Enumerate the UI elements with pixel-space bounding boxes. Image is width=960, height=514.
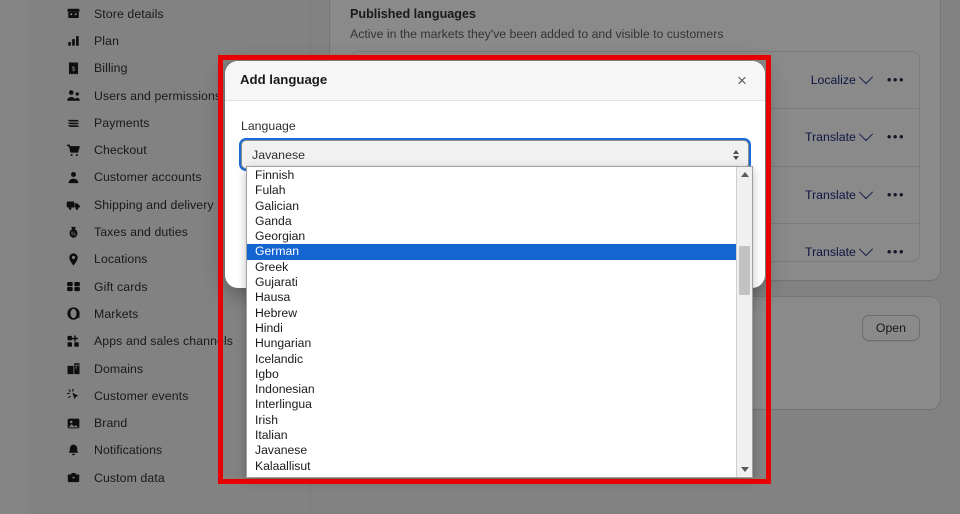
- language-dropdown-list[interactable]: Finnish Fulah Galician Ganda Georgian German G…: [246, 166, 753, 478]
- dropdown-option[interactable]: Kalaallisut: [247, 459, 736, 474]
- dropdown-option[interactable]: Italian: [247, 428, 736, 443]
- dropdown-option[interactable]: Ganda: [247, 214, 736, 229]
- dropdown-option[interactable]: Hebrew: [247, 306, 736, 321]
- dropdown-option[interactable]: Hungarian: [247, 336, 736, 351]
- dropdown-option[interactable]: Greek: [247, 260, 736, 275]
- close-icon[interactable]: ×: [729, 67, 755, 93]
- dropdown-option[interactable]: Galician: [247, 199, 736, 214]
- language-select[interactable]: Javanese: [241, 140, 749, 169]
- language-field-label: Language: [241, 119, 296, 133]
- dropdown-option[interactable]: Javanese: [247, 443, 736, 458]
- scroll-up-icon[interactable]: [737, 167, 752, 182]
- dropdown-option[interactable]: Georgian: [247, 229, 736, 244]
- language-select-value: Javanese: [252, 147, 306, 162]
- dropdown-option[interactable]: Gujarati: [247, 275, 736, 290]
- modal-title: Add language: [240, 72, 328, 87]
- dropdown-option[interactable]: Hausa: [247, 290, 736, 305]
- modal-body: Language Javanese: [225, 101, 765, 169]
- dropdown-option[interactable]: Fulah: [247, 183, 736, 198]
- dropdown-option[interactable]: Interlingua: [247, 397, 736, 412]
- dropdown-option[interactable]: Irish: [247, 413, 736, 428]
- dropdown-scrollbar[interactable]: [736, 167, 752, 477]
- scrollbar-thumb[interactable]: [739, 246, 750, 295]
- dropdown-option[interactable]: German: [247, 244, 736, 260]
- dropdown-option[interactable]: Indonesian: [247, 382, 736, 397]
- dropdown-options[interactable]: Finnish Fulah Galician Ganda Georgian German G…: [247, 167, 736, 477]
- chevron-updown-icon: [733, 149, 739, 160]
- modal-header: Add language ×: [225, 61, 765, 101]
- dropdown-option[interactable]: Hindi: [247, 321, 736, 336]
- dropdown-option[interactable]: Igbo: [247, 367, 736, 382]
- dropdown-option[interactable]: Icelandic: [247, 352, 736, 367]
- scroll-down-icon[interactable]: [737, 462, 752, 477]
- dropdown-option[interactable]: Finnish: [247, 168, 736, 183]
